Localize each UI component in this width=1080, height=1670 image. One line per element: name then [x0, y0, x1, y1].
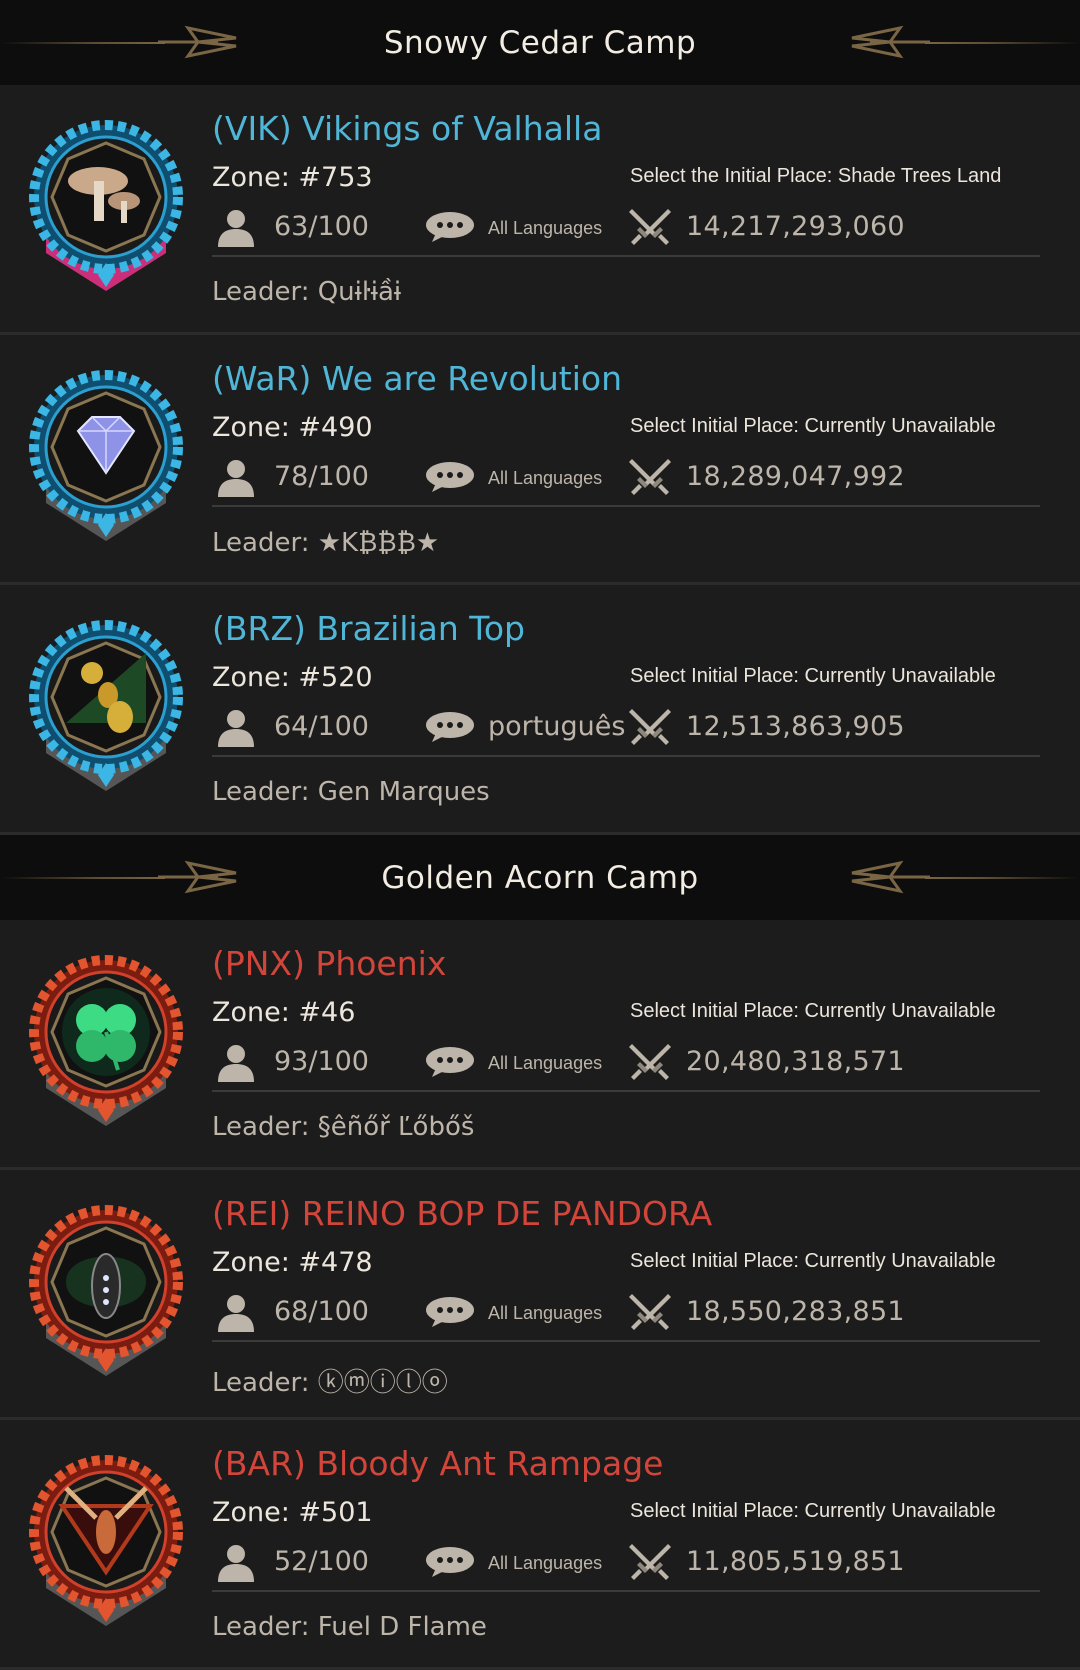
guild-leader: Leader: Fuel D Flame: [212, 1612, 487, 1642]
guild-power: 11,805,519,851: [686, 1546, 905, 1577]
guild-leader: Leader: Quɨŀɨầɨ: [212, 277, 402, 307]
guild-power: 18,550,283,851: [686, 1296, 905, 1327]
member-icon: [218, 710, 254, 747]
crossed-swords-icon: [629, 709, 671, 745]
header-divider-line: [0, 877, 165, 879]
member-icon: [218, 1045, 254, 1082]
guild-name[interactable]: (WaR) We are Revolution: [212, 359, 622, 398]
chat-icon: [426, 1297, 474, 1327]
camp-header: Snowy Cedar Camp: [0, 0, 1080, 85]
member-count: 93/100: [274, 1046, 369, 1077]
guild-leader: Leader: Gen Marques: [212, 777, 490, 807]
stats-divider: [212, 755, 1040, 757]
guild-initial-place: Select the Initial Place: Shade Trees La…: [630, 165, 1002, 187]
chat-icon: [426, 1047, 474, 1077]
guild-crest-icon[interactable]: [26, 1198, 186, 1380]
guild-stats: 68/100 All Languages 18,550,283,851: [212, 1290, 1040, 1334]
guild-initial-place: Select Initial Place: Currently Unavaila…: [630, 1500, 996, 1522]
crossed-swords-icon: [629, 209, 671, 245]
guild-row[interactable]: (WaR) We are Revolution Zone: #490 Selec…: [0, 335, 1080, 585]
crossed-swords-icon: [629, 1544, 671, 1580]
guild-stats: 93/100 All Languages 20,480,318,571: [212, 1040, 1040, 1084]
guild-language: All Languages: [488, 468, 603, 488]
camp-header: Golden Acorn Camp: [0, 835, 1080, 920]
stats-divider: [212, 1090, 1040, 1092]
guild-initial-place: Select Initial Place: Currently Unavaila…: [630, 415, 996, 437]
guild-row[interactable]: (PNX) Phoenix Zone: #46 Select Initial P…: [0, 920, 1080, 1170]
crossed-swords-icon: [629, 1044, 671, 1080]
crossed-swords-icon: [629, 1294, 671, 1330]
chat-icon: [426, 1547, 474, 1577]
wing-ornament-icon: [158, 25, 237, 59]
guild-language: All Languages: [488, 1303, 603, 1323]
guild-crest-icon[interactable]: [26, 948, 186, 1130]
guild-language: português: [488, 711, 626, 742]
wing-ornament-icon: [851, 25, 930, 59]
guild-leader: Leader: §êñőř Ľőbőš: [212, 1112, 475, 1142]
guild-initial-place: Select Initial Place: Currently Unavaila…: [630, 665, 996, 687]
guild-row[interactable]: (VIK) Vikings of Valhalla Zone: #753 Sel…: [0, 85, 1080, 335]
guild-zone: Zone: #478: [212, 1247, 373, 1278]
guild-zone: Zone: #501: [212, 1497, 373, 1528]
member-icon: [218, 210, 254, 247]
guild-row[interactable]: (REI) REINO BOP DE PANDORA Zone: #478 Se…: [0, 1170, 1080, 1420]
guild-zone: Zone: #46: [212, 997, 356, 1028]
guild-language: All Languages: [488, 218, 603, 238]
chat-icon: [426, 212, 474, 242]
stats-divider: [212, 1340, 1040, 1342]
camp-title: Snowy Cedar Camp: [383, 24, 697, 61]
guild-language: All Languages: [488, 1553, 603, 1573]
guild-name[interactable]: (VIK) Vikings of Valhalla: [212, 109, 602, 148]
camp-title: Golden Acorn Camp: [381, 859, 699, 896]
header-divider-line: [0, 42, 165, 44]
header-divider-line: [925, 877, 1080, 879]
member-count: 63/100: [274, 211, 369, 242]
guild-stats: 78/100 All Languages 18,289,047,992: [212, 455, 1040, 499]
guild-power: 14,217,293,060: [686, 211, 905, 242]
chat-icon: [426, 462, 474, 492]
guild-camp-list: Snowy Cedar Camp (VIK) Vikings of Valhal…: [0, 0, 1080, 1670]
guild-crest-icon[interactable]: [26, 363, 186, 545]
guild-power: 18,289,047,992: [686, 461, 905, 492]
stats-divider: [212, 505, 1040, 507]
guild-row[interactable]: (BRZ) Brazilian Top Zone: #520 Select In…: [0, 585, 1080, 835]
member-icon: [218, 1295, 254, 1332]
guild-crest-icon[interactable]: [26, 113, 186, 295]
guild-stats: 52/100 All Languages 11,805,519,851: [212, 1540, 1040, 1584]
member-icon: [218, 1545, 254, 1582]
member-icon: [218, 460, 254, 497]
guild-leader: Leader: ★K₿₿₿★: [212, 528, 440, 558]
guild-row[interactable]: (BAR) Bloody Ant Rampage Zone: #501 Sele…: [0, 1420, 1080, 1670]
guild-power: 12,513,863,905: [686, 711, 905, 742]
guild-name[interactable]: (BRZ) Brazilian Top: [212, 609, 525, 648]
guild-initial-place: Select Initial Place: Currently Unavaila…: [630, 1250, 996, 1272]
guild-zone: Zone: #753: [212, 162, 373, 193]
chat-icon: [426, 712, 474, 742]
guild-name[interactable]: (BAR) Bloody Ant Rampage: [212, 1444, 663, 1483]
header-divider-line: [925, 42, 1080, 44]
guild-language: All Languages: [488, 1053, 603, 1073]
member-count: 78/100: [274, 461, 369, 492]
guild-zone: Zone: #520: [212, 662, 373, 693]
guild-crest-icon[interactable]: [26, 613, 186, 795]
member-count: 68/100: [274, 1296, 369, 1327]
guild-zone: Zone: #490: [212, 412, 373, 443]
guild-initial-place: Select Initial Place: Currently Unavaila…: [630, 1000, 996, 1022]
wing-ornament-icon: [851, 860, 930, 894]
crossed-swords-icon: [629, 459, 671, 495]
stats-divider: [212, 1590, 1040, 1592]
guild-leader: Leader: ⓚⓜⓘⓛⓞ: [212, 1368, 448, 1398]
guild-name[interactable]: (PNX) Phoenix: [212, 944, 446, 983]
stats-divider: [212, 255, 1040, 257]
guild-name[interactable]: (REI) REINO BOP DE PANDORA: [212, 1194, 712, 1233]
wing-ornament-icon: [158, 860, 237, 894]
guild-crest-icon[interactable]: [26, 1448, 186, 1630]
guild-stats: 63/100 All Languages 14,217,293,060: [212, 205, 1040, 249]
guild-power: 20,480,318,571: [686, 1046, 905, 1077]
guild-stats: 64/100 português 12,513,863,905: [212, 705, 1040, 749]
member-count: 64/100: [274, 711, 369, 742]
member-count: 52/100: [274, 1546, 369, 1577]
